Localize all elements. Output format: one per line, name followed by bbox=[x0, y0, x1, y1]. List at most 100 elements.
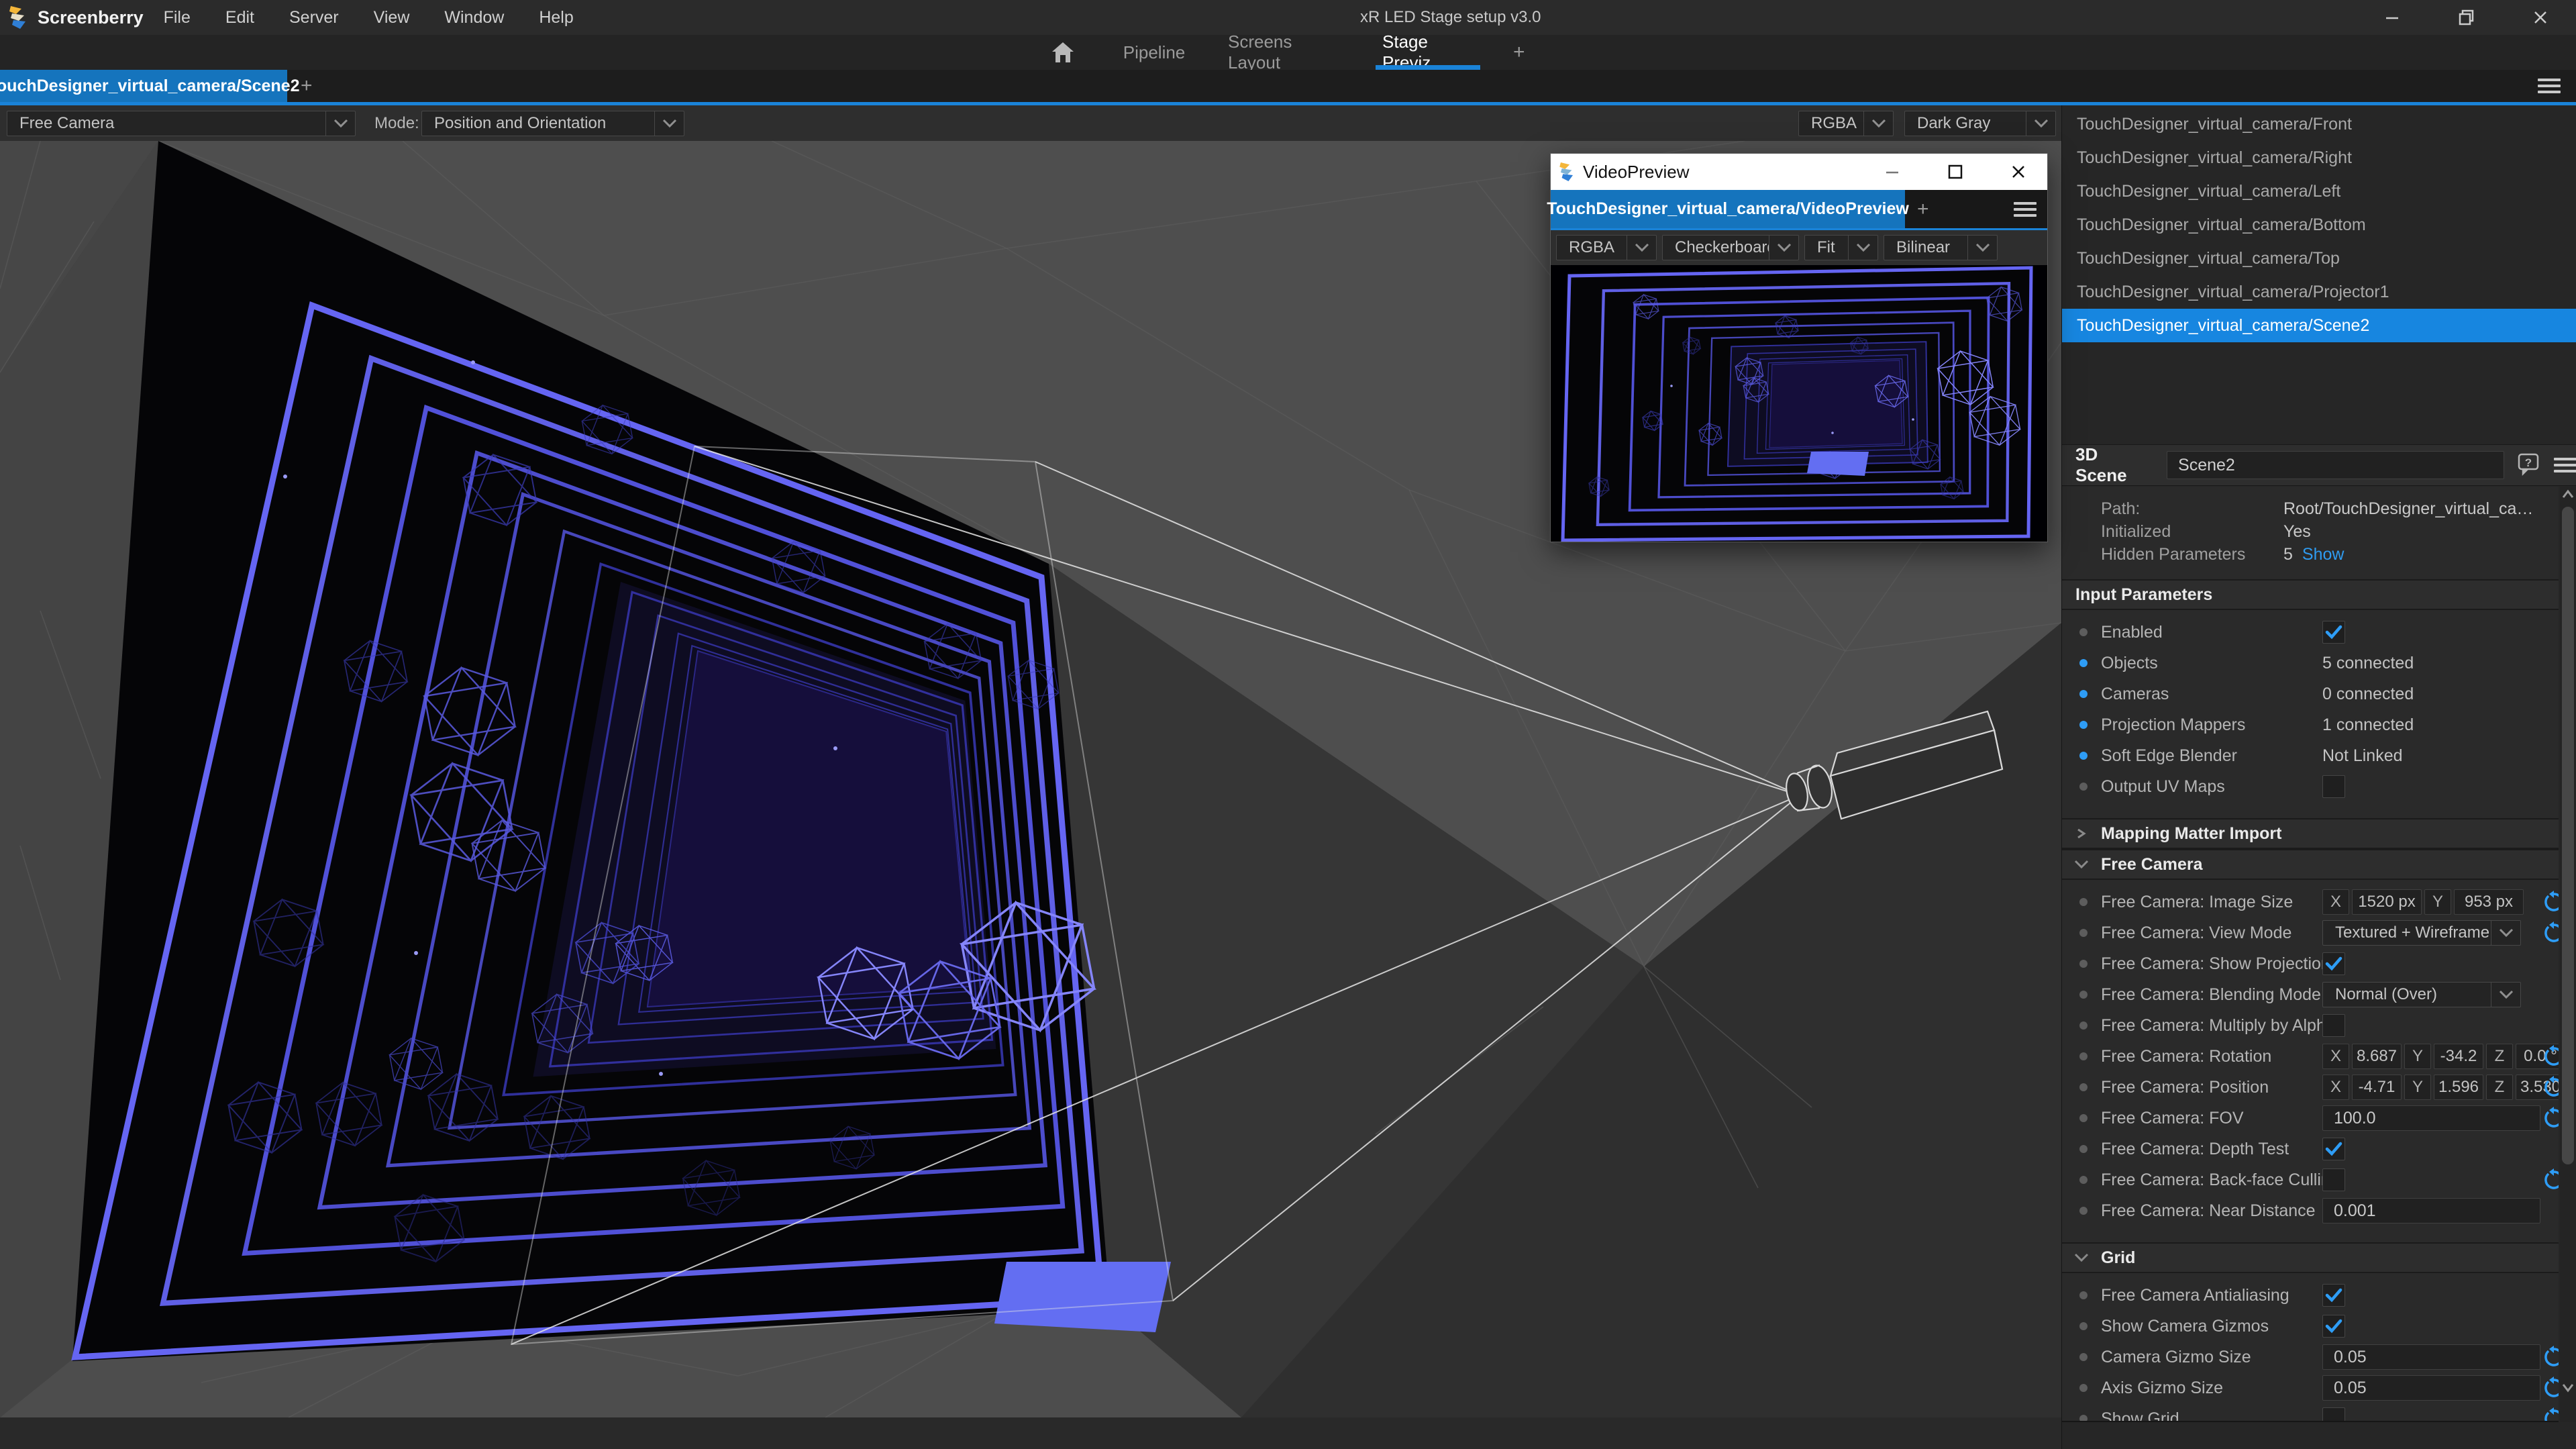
camera-list-item[interactable]: TouchDesigner_virtual_camera/Bottom bbox=[2062, 208, 2576, 242]
menu-view[interactable]: View bbox=[374, 8, 410, 28]
home-button[interactable] bbox=[1051, 35, 1075, 70]
show-hidden-link[interactable]: Show bbox=[2302, 545, 2345, 564]
reset-icon[interactable] bbox=[2542, 1377, 2559, 1399]
nav-tab-screens-layout[interactable]: Screens Layout bbox=[1228, 35, 1342, 70]
camera-list-item[interactable]: TouchDesigner_virtual_camera/Right bbox=[2062, 141, 2576, 174]
camera-list-item[interactable]: TouchDesigner_virtual_camera/Projector1 bbox=[2062, 275, 2576, 309]
param-control bbox=[2322, 1407, 2345, 1422]
checkbox-checked[interactable] bbox=[2322, 1284, 2345, 1307]
axis-value-input[interactable]: -4.71 bbox=[2352, 1075, 2402, 1100]
video-preview-tabbar: TouchDesigner_virtual_camera/VideoPrevie… bbox=[1551, 190, 2047, 230]
param-text-input[interactable]: 0.05 bbox=[2322, 1375, 2540, 1401]
menu-window[interactable]: Window bbox=[444, 8, 504, 28]
close-button[interactable] bbox=[2522, 4, 2559, 31]
background-select[interactable]: Dark Gray bbox=[1904, 111, 2056, 136]
param-control bbox=[2322, 1315, 2345, 1338]
camera-list-item[interactable]: TouchDesigner_virtual_camera/Top bbox=[2062, 242, 2576, 275]
info-row: Hidden Parameters5Show bbox=[2062, 543, 2559, 566]
param-row: Free Camera: Show Projections bbox=[2062, 948, 2559, 979]
reset-icon[interactable] bbox=[2542, 1045, 2559, 1068]
menu-file[interactable]: File bbox=[164, 8, 191, 28]
checkbox-unchecked[interactable] bbox=[2322, 1014, 2345, 1037]
camera-list-item[interactable]: TouchDesigner_virtual_camera/Left bbox=[2062, 174, 2576, 208]
camera-list-item[interactable]: TouchDesigner_virtual_camera/Scene2 bbox=[2062, 309, 2576, 342]
param-control: 5 connected bbox=[2322, 654, 2414, 673]
preview-menu-icon[interactable] bbox=[2014, 202, 2037, 217]
add-view-button[interactable]: + bbox=[1513, 35, 1525, 70]
panel-scrollbar[interactable] bbox=[2560, 487, 2576, 1422]
checkbox-unchecked[interactable] bbox=[2322, 1407, 2345, 1422]
minimize-button[interactable] bbox=[1875, 159, 1909, 185]
unlinked-dot-icon bbox=[2079, 1114, 2088, 1122]
help-icon[interactable]: ? bbox=[2516, 452, 2540, 479]
reset-icon[interactable] bbox=[2542, 1076, 2559, 1099]
chevron-down-icon bbox=[2491, 921, 2520, 945]
axis-value-input[interactable]: -34.2 bbox=[2434, 1044, 2483, 1069]
checkbox-checked[interactable] bbox=[2322, 1138, 2345, 1160]
video-preview-titlebar[interactable]: VideoPreview bbox=[1551, 154, 2047, 190]
param-text-input[interactable]: 0.05 bbox=[2322, 1344, 2540, 1370]
close-button[interactable] bbox=[2002, 159, 2035, 185]
section-title: Grid bbox=[2101, 1248, 2135, 1268]
tab-scene2[interactable]: TouchDesigner_virtual_camera/Scene2 bbox=[0, 70, 287, 102]
axis-value-input[interactable]: 1.596 bbox=[2434, 1075, 2483, 1100]
video-preview-toolbar: RGBACheckerboardFitBilinear bbox=[1551, 230, 2047, 265]
section-chevron-icon[interactable] bbox=[2062, 860, 2101, 869]
preview-dropdown-fit[interactable]: Fit bbox=[1804, 235, 1878, 260]
param-text-input[interactable]: 100.0 bbox=[2322, 1105, 2540, 1131]
menu-server[interactable]: Server bbox=[289, 8, 339, 28]
reset-icon[interactable] bbox=[2542, 1407, 2559, 1422]
section-header-free-camera[interactable]: Free Camera bbox=[2062, 849, 2559, 880]
home-icon bbox=[1051, 41, 1075, 64]
channels-select[interactable]: RGBA bbox=[1798, 111, 1894, 136]
section-chevron-icon[interactable] bbox=[2062, 829, 2101, 838]
checkbox-unchecked[interactable] bbox=[2322, 775, 2345, 798]
scroll-down-icon[interactable] bbox=[2562, 1383, 2574, 1393]
reset-icon[interactable] bbox=[2542, 1168, 2559, 1191]
axis-value-input[interactable]: 1520 px bbox=[2352, 889, 2422, 915]
unlinked-dot-icon bbox=[2079, 1021, 2088, 1030]
reset-icon[interactable] bbox=[2542, 1107, 2559, 1130]
axis-value-input[interactable]: 953 px bbox=[2454, 889, 2524, 915]
scroll-up-icon[interactable] bbox=[2562, 489, 2574, 499]
preview-dropdown-checkerboard[interactable]: Checkerboard bbox=[1662, 235, 1799, 260]
param-label: Objects bbox=[2101, 654, 2158, 673]
dropdown[interactable]: Textured + Wireframe bbox=[2322, 920, 2521, 946]
dropdown[interactable]: Normal (Over) bbox=[2322, 982, 2521, 1007]
app-logo-icon bbox=[7, 5, 30, 30]
restore-button[interactable] bbox=[2448, 4, 2485, 31]
axis-label: Z bbox=[2486, 1075, 2513, 1100]
scene-name-input[interactable]: Scene2 bbox=[2167, 451, 2504, 479]
axis-value-input[interactable]: 8.687 bbox=[2352, 1044, 2402, 1069]
tab-menu-icon[interactable] bbox=[2538, 79, 2561, 93]
reset-icon[interactable] bbox=[2542, 891, 2559, 913]
preview-dropdown-bilinear[interactable]: Bilinear bbox=[1884, 235, 1998, 260]
mode-select[interactable]: Position and Orientation bbox=[421, 111, 684, 136]
param-text-input[interactable]: 0.001 bbox=[2322, 1198, 2540, 1223]
section-header-mapping-matter-import[interactable]: Mapping Matter Import bbox=[2062, 818, 2559, 849]
section-header-input-parameters[interactable]: Input Parameters bbox=[2062, 579, 2559, 610]
checkbox-checked[interactable] bbox=[2322, 621, 2345, 644]
camera-select[interactable]: Free Camera bbox=[7, 111, 356, 136]
checkbox-checked[interactable] bbox=[2322, 1315, 2345, 1338]
tab-video-preview[interactable]: TouchDesigner_virtual_camera/VideoPrevie… bbox=[1551, 190, 1905, 228]
video-preview-canvas[interactable] bbox=[1551, 265, 2047, 542]
menu-help[interactable]: Help bbox=[539, 8, 573, 28]
reset-icon[interactable] bbox=[2542, 921, 2559, 944]
section-chevron-icon[interactable] bbox=[2062, 1253, 2101, 1262]
panel-menu-icon[interactable] bbox=[2554, 458, 2576, 472]
checkbox-unchecked[interactable] bbox=[2322, 1168, 2345, 1191]
add-tab-button[interactable]: + bbox=[301, 70, 313, 102]
preview-dropdown-rgba[interactable]: RGBA bbox=[1556, 235, 1657, 260]
camera-list-item[interactable]: TouchDesigner_virtual_camera/Front bbox=[2062, 107, 2576, 141]
checkbox-checked[interactable] bbox=[2322, 952, 2345, 975]
minimize-button[interactable] bbox=[2373, 4, 2411, 31]
nav-tab-pipeline[interactable]: Pipeline bbox=[1126, 35, 1182, 70]
add-tab-button[interactable]: + bbox=[1917, 198, 1929, 221]
reset-icon[interactable] bbox=[2542, 1346, 2559, 1368]
scrollbar-thumb[interactable] bbox=[2562, 507, 2574, 1164]
menu-edit[interactable]: Edit bbox=[225, 8, 254, 28]
video-preview-window[interactable]: VideoPreview TouchDesigner_virtual_camer… bbox=[1550, 153, 2048, 542]
maximize-button[interactable] bbox=[1939, 159, 1972, 185]
section-header-grid[interactable]: Grid bbox=[2062, 1242, 2559, 1273]
